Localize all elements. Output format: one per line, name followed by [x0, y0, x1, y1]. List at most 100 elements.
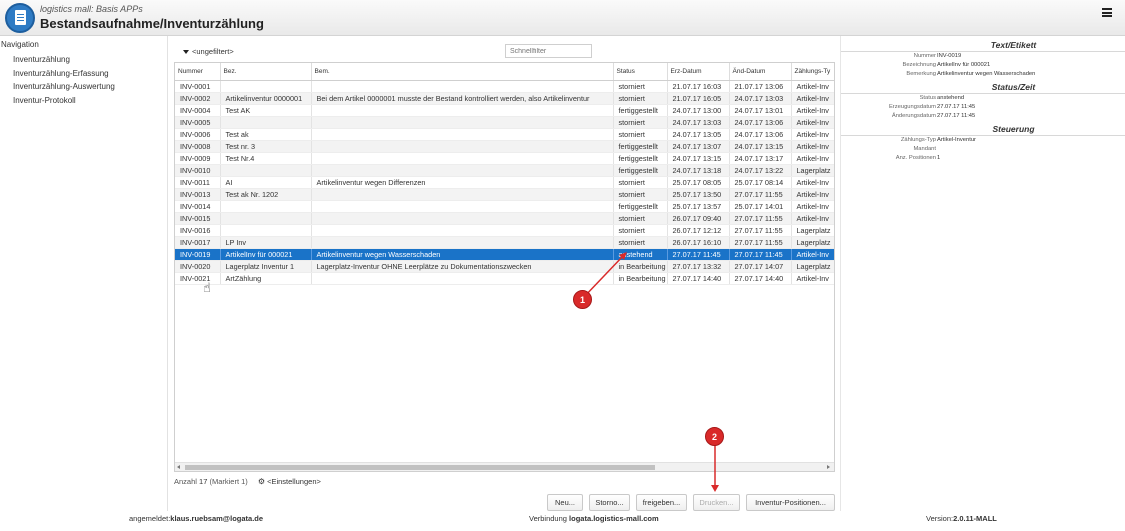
table-row[interactable]: INV-0013 Test ak Nr. 1202 storniert 25.07.1…: [175, 188, 834, 201]
table-row[interactable]: INV-0009 Test Nr.4 fertiggestellt 24.07.17 …: [175, 152, 834, 165]
table-cell-status: storniert: [613, 116, 668, 129]
detail-key: Nummer: [913, 53, 936, 59]
table-cell-status: storniert: [613, 188, 668, 201]
table-row[interactable]: INV-0010 fertiggestellt 24.07.17 13:18 24.0…: [175, 164, 834, 177]
table-cell-bem: [311, 128, 614, 141]
column-header-erz-datum[interactable]: Erz-Datum: [667, 63, 730, 81]
table-cell-aend: 24.07.17 13:06: [729, 116, 792, 129]
version-info: Version:2.0.11-MALL: [926, 514, 997, 523]
detail-field: Status anstehend: [841, 95, 965, 104]
table-cell-erz: 27.07.17 13:32: [667, 260, 730, 273]
detail-value: 1: [937, 155, 941, 161]
table-cell-erz: 26.07.17 12:12: [667, 224, 730, 237]
table-row[interactable]: INV-0001 storniert 21.07.17 16:03 21.07.17 …: [175, 80, 834, 93]
table-cell-erz: 21.07.17 16:03: [667, 80, 730, 93]
table-cell-erz: 27.07.17 11:45: [667, 248, 730, 261]
table-cell-bem: [311, 152, 614, 165]
sidebar-item-erfassung[interactable]: Inventurzählung-Erfassung: [13, 67, 115, 81]
settings-link[interactable]: <Einstellungen>: [267, 477, 321, 486]
count-bar: Anzahl 17 (Markiert 1) ⚙ <Einstellungen>: [174, 477, 321, 486]
table-row[interactable]: INV-0019 ArtikelInv für 000021 Artikelinve…: [175, 248, 834, 261]
table-row[interactable]: INV-0006 Test ak storniert 24.07.17 13:05 24…: [175, 128, 834, 141]
user-email: klaus.ruebsam@logata.de: [170, 514, 264, 523]
table-cell-typ: Lagerplatz: [791, 164, 834, 177]
column-header-status[interactable]: Status: [613, 63, 668, 81]
column-header-bez[interactable]: Bez.: [220, 63, 312, 81]
table-cell-erz: 24.07.17 13:18: [667, 164, 730, 177]
column-header-nummer[interactable]: Nummer: [175, 63, 221, 81]
table-row[interactable]: INV-0004 Test AK fertiggestellt 24.07.17 13…: [175, 104, 834, 117]
table-cell-erz: 25.07.17 13:50: [667, 188, 730, 201]
detail-key: Bezeichnung: [902, 62, 936, 68]
sidebar-item-inventurzaehlung[interactable]: Inventurzählung: [13, 53, 115, 67]
table-cell-bez: Test AK: [220, 104, 312, 117]
filter-label[interactable]: <ungefiltert>: [192, 47, 234, 56]
nav-list: Inventurzählung Inventurzählung-Erfassun…: [13, 53, 115, 107]
annotation-marker-1: 1: [573, 290, 592, 309]
table-cell-aend: 21.07.17 13:06: [729, 80, 792, 93]
table-row[interactable]: INV-0017 LP Inv storniert 26.07.17 16:10 27.…: [175, 236, 834, 249]
table-row[interactable]: INV-0008 Test nr. 3 fertiggestellt 24.07.17…: [175, 140, 834, 153]
table-cell-aend: 27.07.17 14:07: [729, 260, 792, 273]
table-cell-erz: 25.07.17 13:57: [667, 200, 730, 213]
hamburger-menu-icon[interactable]: [1102, 8, 1112, 17]
sidebar: Navigation Inventurzählung Inventurzählu…: [0, 36, 168, 511]
filter-bar[interactable]: <ungefiltert>: [183, 47, 234, 56]
positions-button[interactable]: Inventur-Positionen...: [746, 494, 835, 511]
print-button[interactable]: Drucken...: [693, 494, 740, 511]
column-header-bem[interactable]: Bem.: [311, 63, 614, 81]
detail-key: Zählungs-Typ: [900, 137, 936, 143]
detail-field: Bemerkung Artikelinventur wegen Wassersch…: [841, 71, 1035, 80]
table-cell-erz: 24.07.17 13:05: [667, 128, 730, 141]
horizontal-scrollbar[interactable]: [175, 462, 834, 471]
gear-icon[interactable]: ⚙: [258, 477, 265, 486]
table-cell-bem: Artikelinventur wegen Wasserschaden: [311, 248, 614, 261]
table-cell-bem: [311, 188, 614, 201]
column-header-zaehlungs-typ[interactable]: Zählungs-Ty: [791, 63, 834, 81]
column-header-aend-datum[interactable]: Änd-Datum: [729, 63, 792, 81]
table-cell-bez: Lagerplatz Inventur 1: [220, 260, 312, 273]
table-cell-bez: AI: [220, 176, 312, 189]
detail-field: Bezeichnung ArtikelInv für 000021: [841, 62, 990, 71]
table-row[interactable]: INV-0011 AI Artikelinventur wegen Differen…: [175, 176, 834, 189]
filter-icon[interactable]: [183, 50, 189, 55]
table-cell-status: storniert: [613, 80, 668, 93]
table-row[interactable]: INV-0016 storniert 26.07.17 12:12 27.07.17 …: [175, 224, 834, 237]
table-cell-nummer: INV-0017: [175, 236, 221, 249]
detail-key: Erzeugungsdatum: [888, 104, 936, 110]
table-row[interactable]: INV-0014 fertiggestellt 25.07.17 13:57 25.0…: [175, 200, 834, 213]
detail-field: Erzeugungsdatum 27.07.17 11:45: [841, 104, 975, 113]
table-cell-bez: ArtikelInv für 000021: [220, 248, 312, 261]
storno-button[interactable]: Storno...: [589, 494, 630, 511]
table-cell-nummer: INV-0013: [175, 188, 221, 201]
detail-field: Nummer INV-0019: [841, 53, 961, 62]
table-cell-nummer: INV-0010: [175, 164, 221, 177]
table-cell-nummer: INV-0009: [175, 152, 221, 165]
table-cell-bez: [220, 212, 312, 225]
sidebar-item-auswertung[interactable]: Inventurzählung-Auswertung: [13, 80, 115, 94]
table-cell-bez: [220, 164, 312, 177]
scroll-right-icon[interactable]: [827, 465, 830, 469]
sidebar-item-protokoll[interactable]: Inventur-Protokoll: [13, 94, 115, 108]
table-cell-typ: Artikel-Inv: [791, 212, 834, 225]
quickfilter-input[interactable]: [505, 44, 592, 58]
annotation-arrowhead-2: [711, 485, 719, 492]
table-cell-nummer: INV-0021: [175, 272, 221, 285]
version-value: 2.0.11-MALL: [953, 514, 997, 523]
table-row[interactable]: INV-0002 Artikelinventur 0000001 Bei dem A…: [175, 92, 834, 105]
table-row[interactable]: INV-0021 ArtZählung in Bearbeitung 27.07.17…: [175, 272, 834, 285]
table-row[interactable]: INV-0015 storniert 26.07.17 09:40 27.07.17 …: [175, 212, 834, 225]
release-button[interactable]: freigeben...: [636, 494, 687, 511]
table-cell-nummer: INV-0019: [175, 248, 221, 261]
table-row[interactable]: INV-0020 Lagerplatz Inventur 1 Lagerplatz-…: [175, 260, 834, 273]
scrollbar-thumb[interactable]: [185, 465, 655, 470]
table-cell-erz: 21.07.17 16:05: [667, 92, 730, 105]
table-cell-nummer: INV-0016: [175, 224, 221, 237]
table-cell-aend: 24.07.17 13:03: [729, 92, 792, 105]
table-row[interactable]: INV-0005 storniert 24.07.17 13:03 24.07.17 …: [175, 116, 834, 129]
table-cell-aend: 27.07.17 11:55: [729, 224, 792, 237]
new-button[interactable]: Neu...: [547, 494, 583, 511]
scroll-left-icon[interactable]: [177, 465, 180, 469]
detail-value: Artikel-Inventur: [937, 137, 976, 143]
logged-in-user: angemeldet:klaus.ruebsam@logata.de: [129, 514, 263, 523]
